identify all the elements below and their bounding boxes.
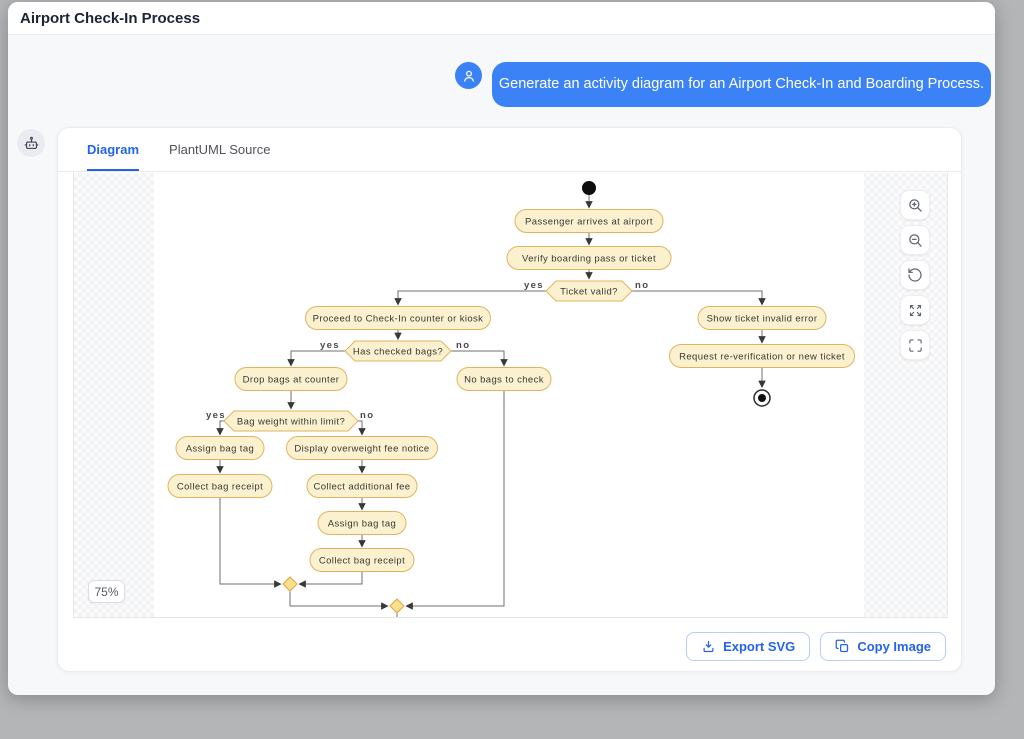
window-header: Airport Check-In Process (8, 2, 995, 35)
user-message-bubble: Generate an activity diagram for an Airp… (492, 62, 991, 107)
svg-text:Request re-verification or new: Request re-verification or new ticket (679, 352, 845, 363)
branch-label-no: no (360, 410, 374, 421)
activity-receipt-2: Collect bag receipt (310, 549, 414, 572)
svg-text:No bags to check: No bags to check (464, 375, 544, 386)
tab-plantuml-source[interactable]: PlantUML Source (169, 128, 270, 171)
reset-view-button[interactable] (900, 260, 930, 290)
user-avatar (455, 62, 482, 89)
activity-assign-tag-1: Assign bag tag (176, 437, 264, 460)
user-icon (461, 68, 477, 84)
merge-node-2 (390, 599, 404, 613)
decision-weight-limit: Bag weight within limit? (224, 411, 358, 431)
svg-text:Verify boarding pass or ticket: Verify boarding pass or ticket (522, 254, 656, 265)
page-title: Airport Check-In Process (8, 2, 995, 35)
svg-text:Assign bag tag: Assign bag tag (186, 444, 254, 455)
copy-image-button[interactable]: Copy Image (820, 632, 946, 661)
expand-button[interactable] (900, 295, 930, 325)
export-svg-button[interactable]: Export SVG (686, 632, 810, 661)
svg-text:Display overweight fee notice: Display overweight fee notice (294, 444, 429, 455)
zoom-in-button[interactable] (900, 190, 930, 220)
zoom-out-button[interactable] (900, 225, 930, 255)
activity-invalid: Show ticket invalid error (698, 307, 826, 330)
branch-label-no: no (635, 280, 649, 291)
activity-arrive: Passenger arrives at airport (515, 210, 663, 233)
activity-reverify: Request re-verification or new ticket (670, 345, 855, 368)
tab-diagram[interactable]: Diagram (87, 128, 139, 171)
decision-has-bags: Has checked bags? (345, 341, 451, 361)
copy-icon (835, 639, 850, 654)
merge-node-1 (283, 577, 297, 591)
svg-text:Collect additional fee: Collect additional fee (314, 482, 411, 493)
diagram-canvas[interactable]: Passenger arrives at airport Verify boar… (73, 173, 948, 618)
fullscreen-icon (908, 338, 923, 353)
end-node (754, 390, 770, 406)
branch-label-yes: yes (206, 410, 226, 421)
app-window: Airport Check-In Process Generate an act… (8, 2, 995, 695)
svg-text:Has checked bags?: Has checked bags? (353, 347, 443, 358)
activity-fee: Collect additional fee (307, 475, 417, 498)
start-node (582, 181, 596, 195)
activity-verify: Verify boarding pass or ticket (507, 247, 671, 270)
svg-text:Bag weight within limit?: Bag weight within limit? (237, 417, 345, 428)
download-icon (701, 639, 716, 654)
activity-diagram: Passenger arrives at airport Verify boar… (74, 173, 948, 618)
card-footer: Export SVG Copy Image (686, 632, 946, 661)
svg-text:Proceed to Check-In counter or: Proceed to Check-In counter or kiosk (313, 314, 484, 325)
fullscreen-button[interactable] (900, 330, 930, 360)
activity-overweight: Display overweight fee notice (287, 437, 438, 460)
diagram-edges (220, 195, 762, 618)
svg-text:Collect bag receipt: Collect bag receipt (319, 556, 405, 567)
zoom-controls (900, 190, 930, 360)
branch-label-yes: yes (320, 340, 340, 351)
activity-drop-bags: Drop bags at counter (235, 368, 347, 391)
tab-bar: Diagram PlantUML Source (58, 128, 961, 172)
branch-label-yes: yes (524, 280, 544, 291)
svg-text:Show ticket invalid error: Show ticket invalid error (707, 314, 818, 325)
reset-view-icon (907, 267, 923, 283)
svg-text:Ticket valid?: Ticket valid? (560, 287, 618, 298)
svg-text:Drop bags at counter: Drop bags at counter (243, 375, 340, 386)
expand-icon (908, 303, 923, 318)
zoom-out-icon (907, 232, 924, 249)
svg-text:Collect bag receipt: Collect bag receipt (177, 482, 263, 493)
decision-ticket-valid: Ticket valid? (546, 281, 632, 301)
export-svg-label: Export SVG (723, 639, 795, 654)
svg-text:Passenger arrives at airport: Passenger arrives at airport (525, 217, 653, 228)
zoom-in-icon (907, 197, 924, 214)
activity-proceed: Proceed to Check-In counter or kiosk (306, 307, 491, 330)
svg-text:Assign bag tag: Assign bag tag (328, 519, 396, 530)
diagram-card: Diagram PlantUML Source (57, 127, 962, 672)
bot-avatar (17, 129, 45, 157)
activity-receipt-1: Collect bag receipt (168, 475, 272, 498)
copy-image-label: Copy Image (857, 639, 931, 654)
bot-icon (23, 135, 40, 152)
activity-no-bags: No bags to check (457, 368, 551, 391)
branch-label-no: no (456, 340, 470, 351)
zoom-level-badge: 75% (88, 580, 125, 603)
activity-assign-tag-2: Assign bag tag (318, 512, 406, 535)
